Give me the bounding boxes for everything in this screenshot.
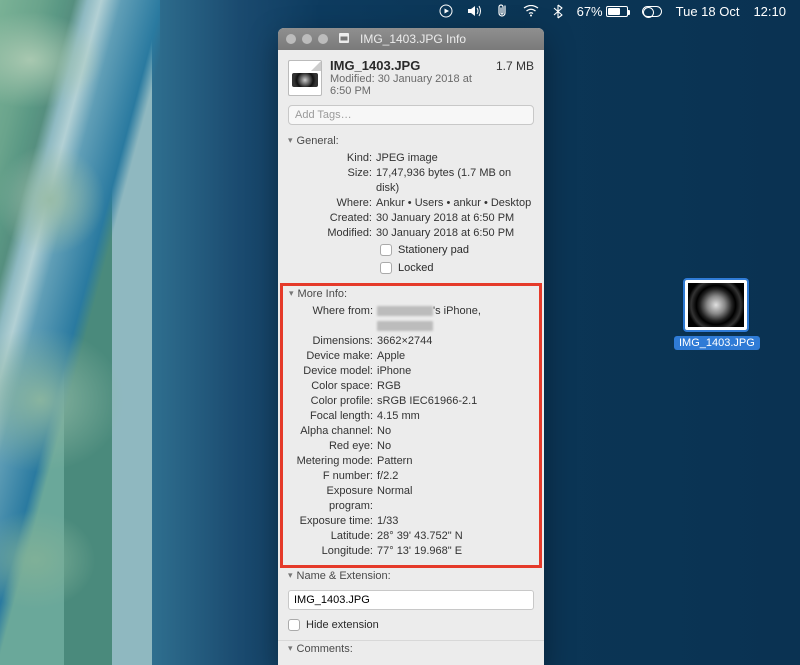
menu-bar: 67% Tue 18 Oct 12:10 [431,0,800,22]
longitude-value: 77° 13' 19.968" E [377,544,533,559]
header-filesize: 1.7 MB [496,59,534,73]
header-filename: IMG_1403.JPG [330,58,488,73]
f-number-value: f/2.2 [377,469,533,484]
titlebar[interactable]: IMG_1403.JPG Info [278,28,544,50]
section-comments: ▾ Comments: [278,640,544,665]
red-eye-value: No [377,439,533,454]
where-from-value: 's iPhone, [377,304,533,334]
general-disclosure[interactable]: ▾ General: [288,135,534,147]
window-title: IMG_1403.JPG Info [360,32,536,46]
battery-status[interactable]: 67% [577,4,628,19]
more-info-highlight: ▾ More Info: Where from:'s iPhone, Dimen… [280,283,542,568]
bluetooth-icon[interactable] [553,4,563,19]
minimize-button[interactable] [302,34,312,44]
desktop-wallpaper [0,0,160,664]
kind-value: JPEG image [376,151,534,166]
battery-icon [606,6,628,17]
metering-mode-value: Pattern [377,454,533,469]
checkbox-icon [288,619,300,631]
locked-row[interactable]: Locked [380,259,534,277]
latitude-value: 28° 39' 43.752" N [377,529,533,544]
chevron-down-icon: ▾ [289,288,294,299]
chevron-down-icon: ▾ [288,643,293,654]
section-general: ▾ General: Kind:JPEG image Size:17,47,93… [278,133,544,283]
titlebar-proxy-icon [338,32,350,47]
close-button[interactable] [286,34,296,44]
desktop-file-label: IMG_1403.JPG [674,336,760,350]
menubar-time[interactable]: 12:10 [753,4,786,19]
chevron-down-icon: ▾ [288,570,293,581]
tags-placeholder: Add Tags… [295,109,352,121]
color-profile-value: sRGB IEC61966-2.1 [377,394,533,409]
menubar-date[interactable]: Tue 18 Oct [676,4,740,19]
name-extension-input[interactable] [288,590,534,610]
dimensions-value: 3662×2744 [377,334,533,349]
modified-value: 30 January 2018 at 6:50 PM [376,226,534,241]
size-value: 17,47,936 bytes (1.7 MB on disk) [376,166,534,196]
volume-icon[interactable] [467,4,483,18]
where-value: Ankur • Users • ankur • Desktop [376,196,534,211]
desktop-file[interactable]: IMG_1403.JPG [674,280,758,350]
paperclip-icon[interactable] [497,3,509,19]
hide-extension-row[interactable]: Hide extension [288,616,534,634]
device-make-value: Apple [377,349,533,364]
section-name-extension: ▾ Name & Extension: Hide extension [278,568,544,640]
header-modified: Modified: 30 January 2018 at 6:50 PM [330,73,488,97]
file-icon [288,60,322,96]
exposure-program-value: Normal [377,484,533,514]
created-value: 30 January 2018 at 6:50 PM [376,211,534,226]
color-space-value: RGB [377,379,533,394]
info-header: IMG_1403.JPG Modified: 30 January 2018 a… [278,50,544,101]
name-ext-disclosure[interactable]: ▾ Name & Extension: [288,570,534,582]
play-icon[interactable] [439,4,453,18]
alpha-channel-value: No [377,424,533,439]
stationery-pad-row[interactable]: Stationery pad [380,241,534,259]
control-center-icon[interactable] [642,6,662,17]
comments-disclosure[interactable]: ▾ Comments: [288,643,534,655]
checkbox-icon [380,244,392,256]
checkbox-icon [380,262,392,274]
get-info-window: IMG_1403.JPG Info IMG_1403.JPG Modified:… [278,28,544,665]
device-model-value: iPhone [377,364,533,379]
wifi-icon[interactable] [523,5,539,17]
file-thumbnail [685,280,747,330]
chevron-down-icon: ▾ [288,135,293,146]
zoom-button[interactable] [318,34,328,44]
tags-input[interactable]: Add Tags… [288,105,534,125]
exposure-time-value: 1/33 [377,514,533,529]
focal-length-value: 4.15 mm [377,409,533,424]
battery-percent: 67% [577,4,603,19]
more-info-disclosure[interactable]: ▾ More Info: [289,288,533,300]
